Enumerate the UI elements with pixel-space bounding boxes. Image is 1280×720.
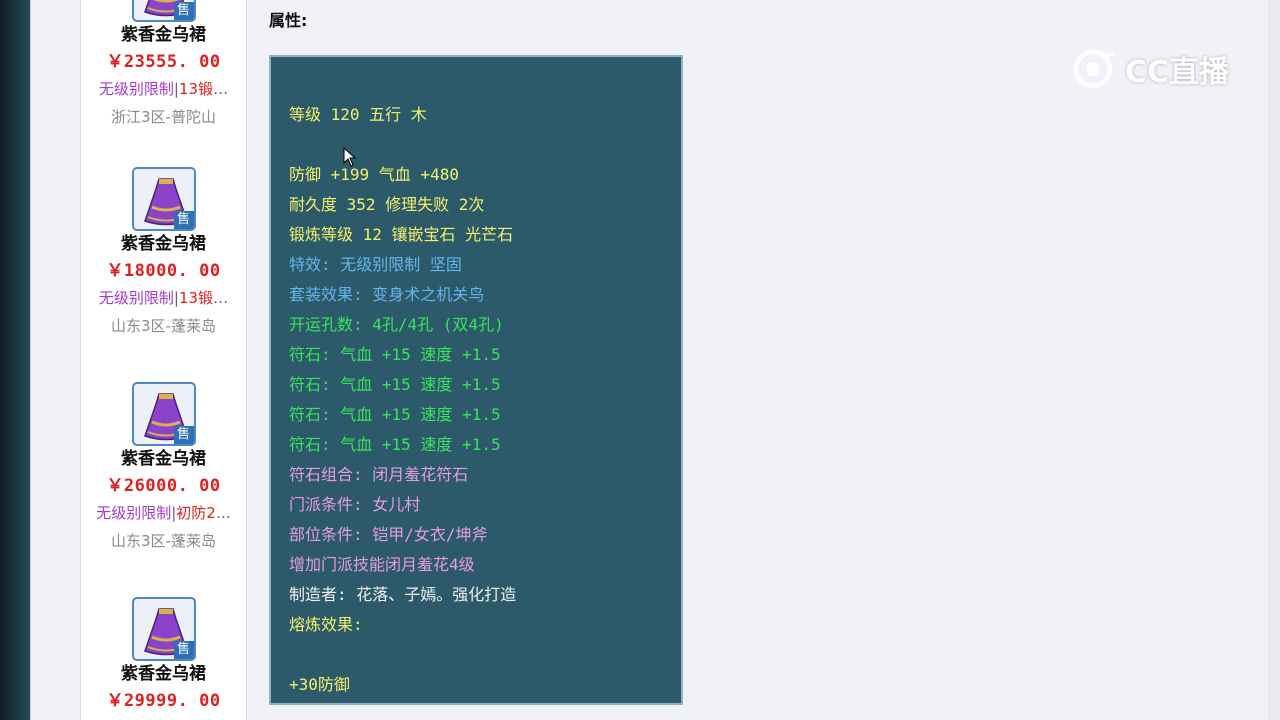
- attr-maker: 制造者: 花落、子嫣。强化打造: [289, 585, 517, 604]
- tag-level: 无级别限制: [98, 80, 174, 98]
- item-price: ￥23555. 00: [106, 52, 221, 72]
- item-server: 山东3区-蓬莱岛: [111, 317, 216, 335]
- item-name[interactable]: 紫香金乌裙: [81, 22, 246, 48]
- attr-defense-hp: 防御 +199 气血 +480: [289, 165, 459, 184]
- attr-rune: 符石: 气血 +15 速度 +1.5: [289, 405, 501, 424]
- item-tags: 无级别限制|13锻…: [81, 76, 246, 102]
- cc-logo-icon: [1073, 49, 1116, 89]
- sale-badge: 售: [173, 2, 194, 20]
- attr-slot-req: 部位条件: 铠甲/女衣/坤斧: [289, 525, 488, 544]
- attributes-heading: 属性:: [269, 11, 308, 30]
- left-window-edge: [0, 0, 30, 720]
- tag-forge: 13锻: [178, 80, 214, 98]
- attr-rune-combo: 符石组合: 闭月羞花符石: [289, 465, 469, 484]
- right-window-edge: [1268, 0, 1280, 720]
- attr-set-effect: 套装效果: 变身术之机关鸟: [289, 285, 485, 304]
- sale-badge: 售: [173, 426, 194, 444]
- item-price: ￥26000. 00: [106, 476, 221, 496]
- list-item[interactable]: 售 紫香金乌裙 ￥18000. 00 无级别限制|13锻… 山东3区-蓬莱岛: [81, 167, 246, 341]
- item-thumbnail[interactable]: 售: [131, 0, 196, 22]
- list-item[interactable]: 售 紫香金乌裙 ￥29999. 00: [81, 597, 246, 715]
- item-price: ￥18000. 00: [106, 261, 221, 281]
- attr-skill-bonus: 增加门派技能闭月羞花4级: [289, 555, 475, 574]
- tag-ellipsis: …: [215, 504, 231, 522]
- attr-special-effect: 特效: 无级别限制 坚固: [289, 255, 462, 274]
- item-server: 山东3区-蓬莱岛: [111, 532, 216, 550]
- attr-smelting-label: 熔炼效果:: [289, 615, 363, 634]
- item-price: ￥29999. 00: [106, 691, 221, 711]
- attributes-panel: 等级 120 五行 木 防御 +199 气血 +480 耐久度 352 修理失败…: [269, 55, 683, 705]
- item-thumbnail[interactable]: 售: [131, 167, 196, 231]
- mouse-cursor-icon: [343, 147, 357, 167]
- tag-forge: 13锻: [178, 289, 214, 307]
- attr-rune: 符石: 气血 +15 速度 +1.5: [289, 345, 501, 364]
- attr-slots: 开运孔数: 4孔/4孔 (双4孔): [289, 315, 504, 334]
- watermark-text: CC直播: [1125, 55, 1230, 90]
- item-name[interactable]: 紫香金乌裙: [81, 446, 246, 472]
- tag-level: 无级别限制: [96, 504, 172, 522]
- attr-rune: 符石: 气血 +15 速度 +1.5: [289, 375, 501, 394]
- tag-level: 无级别限制: [98, 289, 174, 307]
- item-thumbnail[interactable]: 售: [131, 382, 196, 446]
- attr-smelting-value: +30防御: [289, 675, 350, 694]
- item-thumbnail[interactable]: 售: [131, 597, 196, 661]
- attr-school-req: 门派条件: 女儿村: [289, 495, 421, 514]
- attr-rune: 符石: 气血 +15 速度 +1.5: [289, 435, 501, 454]
- tag-ellipsis: …: [213, 80, 229, 98]
- item-name[interactable]: 紫香金乌裙: [81, 661, 246, 687]
- sale-badge: 售: [173, 211, 194, 229]
- attr-level: 等级 120 五行 木: [289, 105, 427, 124]
- item-list-sidebar: 售 紫香金乌裙 ￥23555. 00 无级别限制|13锻… 浙江3区-普陀山 售…: [80, 0, 247, 720]
- list-item[interactable]: 售 紫香金乌裙 ￥23555. 00 无级别限制|13锻… 浙江3区-普陀山: [81, 0, 246, 132]
- item-name[interactable]: 紫香金乌裙: [81, 231, 246, 257]
- tag-ellipsis: …: [213, 289, 229, 307]
- cc-live-watermark: CC直播: [1071, 44, 1241, 94]
- attr-durability: 耐久度 352 修理失败 2次: [289, 195, 485, 214]
- list-item[interactable]: 售 紫香金乌裙 ￥26000. 00 无级别限制|初防2… 山东3区-蓬莱岛: [81, 382, 246, 556]
- sale-badge: 售: [173, 641, 194, 659]
- attr-forge-gem: 锻炼等级 12 镶嵌宝石 光芒石: [289, 225, 514, 244]
- item-server: 浙江3区-普陀山: [111, 108, 216, 126]
- item-tags: 无级别限制|初防2…: [81, 500, 246, 526]
- tag-defense: 初防2: [176, 504, 216, 522]
- item-tags: 无级别限制|13锻…: [81, 285, 246, 311]
